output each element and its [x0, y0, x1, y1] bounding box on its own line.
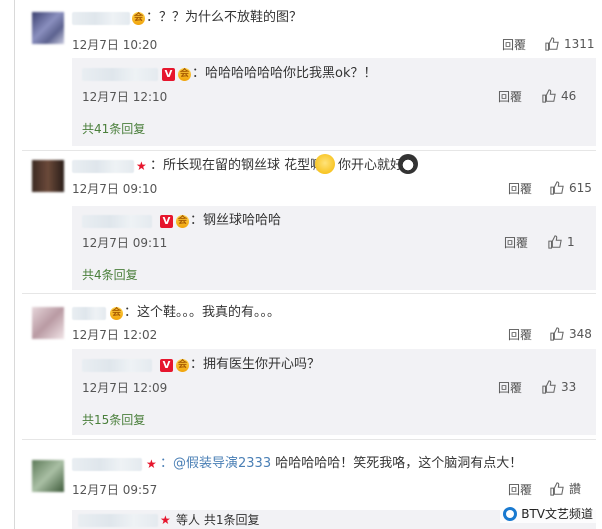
reply-button[interactable]: 回覆: [498, 90, 522, 104]
verified-v-icon: V: [160, 215, 173, 228]
thumbs-up-icon: [550, 327, 564, 341]
like-count: 46: [561, 89, 577, 103]
reply-button[interactable]: 回覆: [508, 182, 532, 196]
reply-time: 12月7日 12:10: [82, 90, 168, 104]
reply-preview-text[interactable]: 等人 共1条回复: [176, 512, 259, 528]
thumbs-up-icon: [545, 37, 559, 51]
weibo-comment-page: 会 ：？？为什么不放鞋的图？ 12月7日 10:20 回覆 1311 V 会 ：…: [0, 0, 602, 529]
reply-button[interactable]: 回覆: [508, 328, 532, 342]
verified-v-icon: V: [160, 359, 173, 372]
reply-box: V 会 ：拥有医生你开心吗？ 12月7日 12:09 回覆 33 共15条回复: [72, 349, 596, 435]
comment-time: 12月7日 12:02: [72, 328, 158, 342]
like-button[interactable]: 615: [550, 181, 592, 195]
reply-button[interactable]: 回覆: [502, 38, 526, 52]
like-button[interactable]: 讚: [550, 482, 581, 496]
divider: [22, 150, 596, 151]
emoji-smile-icon: [315, 154, 335, 174]
reply-username-blurred[interactable]: [82, 215, 152, 228]
thumbs-up-icon: [550, 482, 564, 496]
like-count: 348: [569, 327, 592, 341]
star-badge-icon: ★: [160, 513, 171, 527]
verified-v-icon: V: [162, 68, 175, 81]
reply-username-blurred[interactable]: [82, 68, 158, 81]
reply-button[interactable]: 回覆: [498, 381, 522, 395]
star-badge-icon: ★: [136, 159, 147, 173]
watermark-text: BTV文艺频道: [521, 507, 593, 521]
comment-text: ：所长现在留的钢丝球 花型嘛: [150, 158, 324, 173]
view-all-replies-link[interactable]: 共4条回复: [82, 268, 138, 282]
reply-username-blurred[interactable]: [82, 359, 152, 372]
like-button[interactable]: 46: [542, 89, 576, 103]
like-button[interactable]: 348: [550, 327, 592, 341]
member-badge-icon: 会: [110, 307, 123, 320]
view-all-replies-link[interactable]: 共15条回复: [82, 413, 145, 427]
like-button[interactable]: 1: [548, 235, 575, 249]
reply-time: 12月7日 12:09: [82, 381, 168, 395]
reply-button[interactable]: 回覆: [504, 236, 528, 250]
thumbs-up-icon: [542, 89, 556, 103]
comment-time: 12月7日 09:10: [72, 182, 158, 196]
divider: [22, 293, 596, 294]
reply-box: V 会 ：哈哈哈哈哈哈你比我黑ok？！ 12月7日 12:10 回覆 46 共4…: [72, 58, 596, 146]
like-button[interactable]: 1311: [545, 37, 595, 51]
like-count: 1: [567, 235, 575, 249]
reply-text: ：拥有医生你开心吗？: [190, 357, 321, 372]
emoji-face-icon: [398, 154, 418, 174]
username-blurred[interactable]: [72, 160, 134, 173]
avatar[interactable]: [32, 307, 64, 339]
reply-box: V 会 ：钢丝球哈哈哈 12月7日 09:11 回覆 1 共4条回复: [72, 206, 596, 290]
divider: [22, 439, 596, 440]
like-count: 33: [561, 380, 577, 394]
comment-text: ：？？为什么不放鞋的图？: [146, 10, 303, 25]
member-badge-icon: 会: [132, 12, 145, 25]
comment-text: ：这个鞋。。。我真的有。。。: [124, 305, 281, 320]
like-count: 615: [569, 181, 592, 195]
reply-username-blurred[interactable]: [78, 514, 158, 527]
comment-time: 12月7日 09:57: [72, 483, 158, 497]
like-count: 讚: [569, 482, 582, 496]
reply-time: 12月7日 09:11: [82, 236, 168, 250]
reply-text: ：哈哈哈哈哈哈你比我黑ok？！: [192, 66, 377, 81]
comment-text-tail: 你开心就好: [338, 158, 404, 173]
member-badge-icon: 会: [176, 215, 189, 228]
wechat-logo-icon: [503, 506, 518, 521]
thumbs-up-icon: [548, 235, 562, 249]
avatar[interactable]: [32, 12, 64, 44]
member-badge-icon: 会: [178, 68, 191, 81]
left-border-line: [14, 0, 15, 529]
comment-time: 12月7日 10:20: [72, 38, 158, 52]
member-badge-icon: 会: [176, 359, 189, 372]
reply-text: ：钢丝球哈哈哈: [190, 213, 282, 228]
view-all-replies-link[interactable]: 共41条回复: [82, 122, 145, 136]
username-blurred[interactable]: [72, 307, 106, 320]
like-count: 1311: [564, 37, 595, 51]
thumbs-up-icon: [542, 380, 556, 394]
like-button[interactable]: 33: [542, 380, 576, 394]
comment-text-body: 哈哈哈哈哈！笑死我咯，这个脑洞有点大！: [271, 456, 523, 471]
star-badge-icon: ★: [146, 457, 157, 471]
avatar[interactable]: [32, 460, 64, 492]
avatar[interactable]: [32, 160, 64, 192]
mention-link[interactable]: ：@假装导演2333: [160, 456, 271, 471]
comment-text: ：@假装导演2333 哈哈哈哈哈！笑死我咯，这个脑洞有点大！: [160, 456, 522, 472]
thumbs-up-icon: [550, 181, 564, 195]
reply-button[interactable]: 回覆: [508, 483, 532, 497]
username-blurred[interactable]: [72, 12, 130, 25]
watermark: BTV文艺频道: [500, 504, 596, 523]
username-blurred[interactable]: [72, 458, 142, 471]
